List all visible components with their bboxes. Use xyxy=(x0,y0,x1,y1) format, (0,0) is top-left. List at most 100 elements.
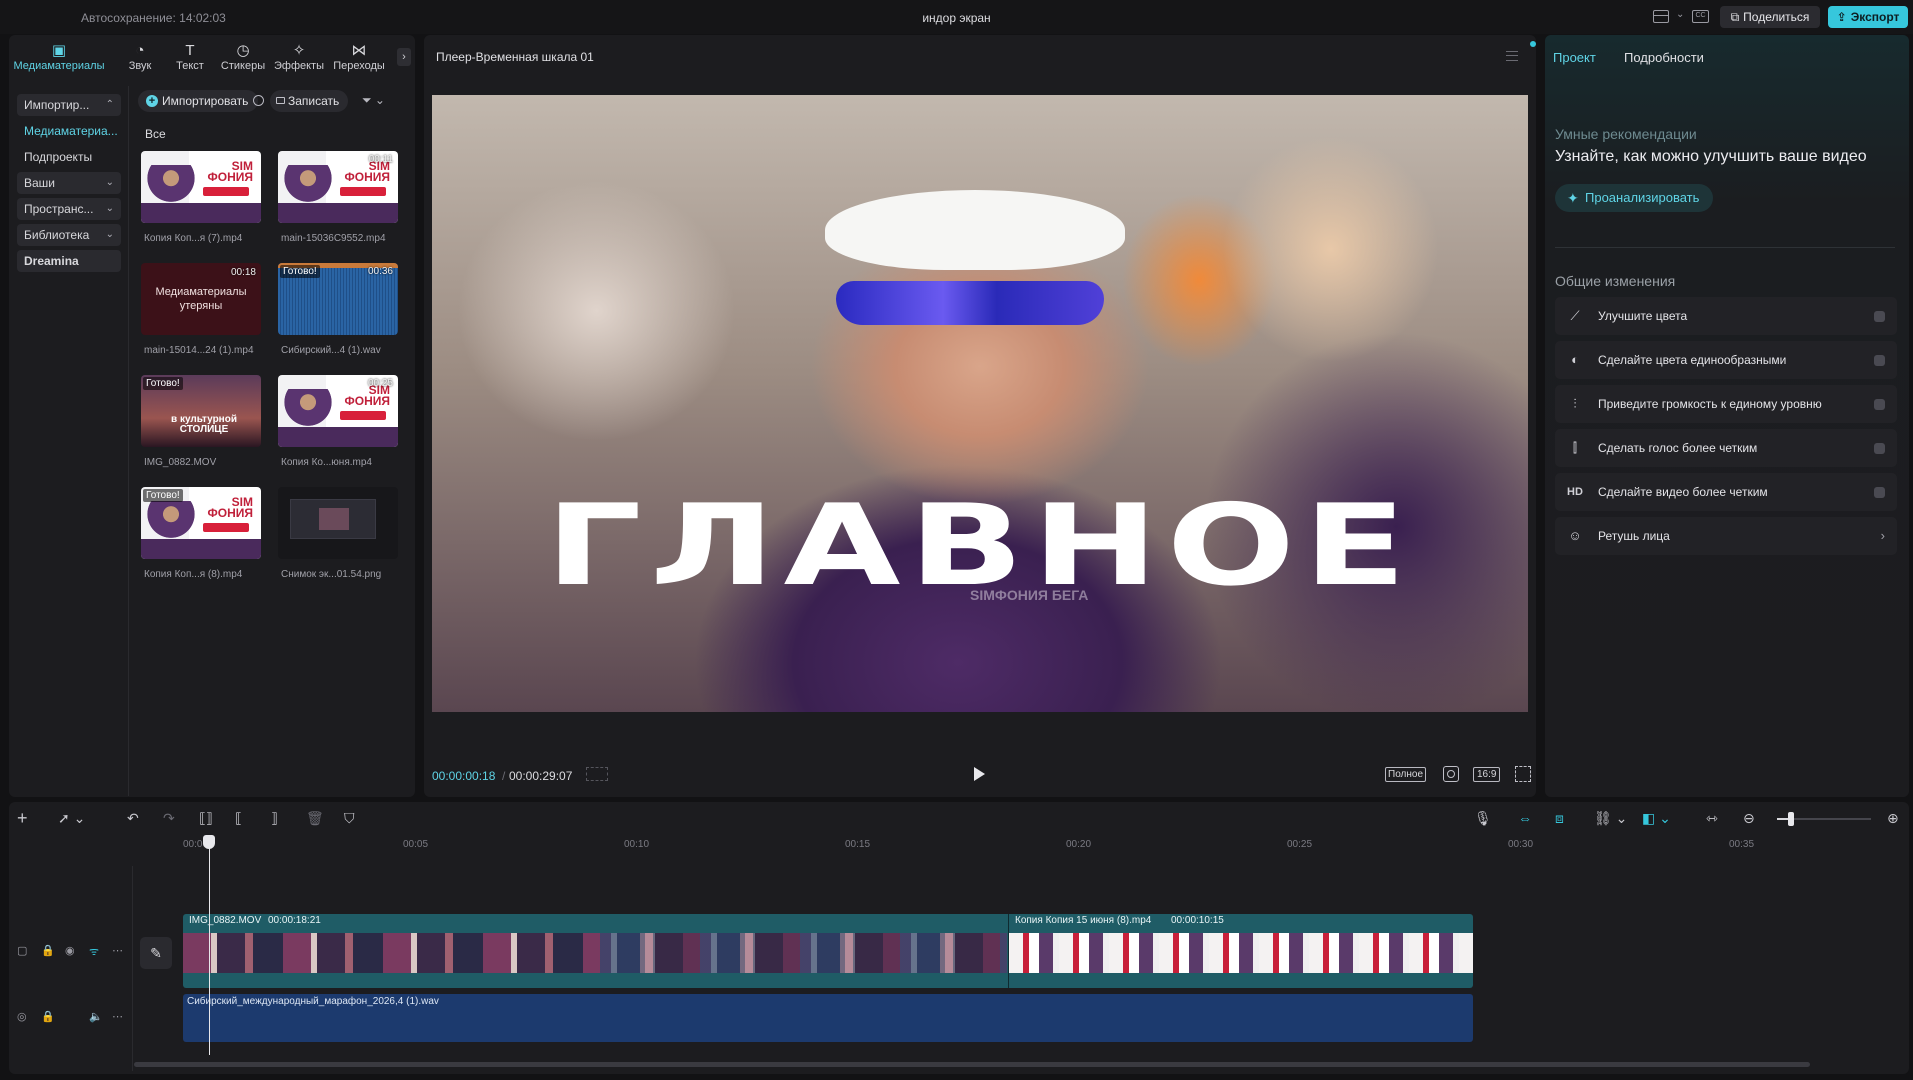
grid-icon[interactable] xyxy=(586,767,608,781)
option-sharpen-video[interactable]: HD Сделайте видео более четким xyxy=(1555,473,1897,511)
undo-icon[interactable]: ↶ xyxy=(127,810,139,826)
transitions-icon: ⋈ xyxy=(351,42,367,59)
magnet-icon[interactable]: ⧈ xyxy=(1555,810,1564,826)
option-clear-voice[interactable]: ⫿ Сделать голос более четким xyxy=(1555,429,1897,467)
option-toggle[interactable] xyxy=(1874,399,1885,410)
zoom-slider-handle[interactable] xyxy=(1788,812,1794,826)
ruler-tick: 00:20 xyxy=(1066,839,1092,850)
trim-right-icon[interactable]: ⟧ xyxy=(271,810,278,826)
nav-subprojects[interactable]: Подпроекты xyxy=(17,146,121,168)
tab-effects[interactable]: ✧ Эффекты xyxy=(271,42,327,72)
layout-icon[interactable] xyxy=(1653,10,1669,23)
zoom-out-icon[interactable]: ⊖ xyxy=(1743,810,1755,826)
tabs-next-button[interactable]: › xyxy=(397,48,411,66)
track-header-divider xyxy=(132,866,133,1071)
microphone-icon[interactable]: 🎙 xyxy=(1474,810,1492,826)
search-icon[interactable] xyxy=(253,95,264,106)
link-track-icon[interactable]: ⇔ xyxy=(1518,810,1532,826)
thumbnail-caption: в культурной СТОЛИЦЕ xyxy=(171,414,237,435)
zoom-in-icon[interactable]: ⊕ xyxy=(1887,810,1899,826)
trim-left-icon[interactable]: ⟦ xyxy=(235,810,242,826)
menu-icon[interactable] xyxy=(1506,51,1518,61)
playhead-handle[interactable] xyxy=(203,835,215,849)
media-side-nav: Импортир... ⌃ Медиаматериа... Подпроекты … xyxy=(9,86,129,796)
option-label: Приведите громкость к единому уровню xyxy=(1598,397,1822,411)
tab-stickers[interactable]: ◷ Стикеры xyxy=(215,42,271,72)
audio-link-icon[interactable]: ᯤ xyxy=(89,944,99,959)
media-filename: main-15036C9552.mp4 xyxy=(281,233,386,244)
eye-icon[interactable]: ◉ xyxy=(65,944,75,957)
more-icon[interactable]: ⋯ xyxy=(112,1010,123,1023)
option-uniform-colors[interactable]: ◐ Сделайте цвета единообразными xyxy=(1555,341,1897,379)
quality-full-button[interactable]: Полное xyxy=(1385,767,1427,782)
captions-icon[interactable]: CC xyxy=(1692,10,1709,23)
tab-text[interactable]: T Текст xyxy=(165,42,215,72)
nav-dreamina[interactable]: Dreamina xyxy=(17,250,121,272)
nav-media[interactable]: Медиаматериа... xyxy=(17,120,121,142)
split-icon[interactable]: ⟦⟧ xyxy=(199,810,213,826)
chain-icon[interactable]: ⛓ ⌄ xyxy=(1594,810,1627,826)
project-title: индор экран xyxy=(922,11,991,25)
more-icon[interactable]: ⋯ xyxy=(112,944,123,957)
tab-media[interactable]: ▣ Медиаматериалы xyxy=(9,42,109,72)
tab-audio[interactable]: ◔ Звук xyxy=(115,42,165,72)
ready-badge: Готово! xyxy=(143,377,183,390)
timeline-scrollbar[interactable] xyxy=(134,1062,1810,1067)
tab-transitions[interactable]: ⋈ Переходы xyxy=(327,42,391,72)
option-enhance-colors[interactable]: ⟋ Улучшите цвета xyxy=(1555,297,1897,335)
tab-effects-label: Эффекты xyxy=(273,60,324,72)
export-button[interactable]: ⇪ Экспорт xyxy=(1828,6,1908,28)
filter-button[interactable]: ⏷ ⌄ xyxy=(362,93,385,108)
option-toggle[interactable] xyxy=(1874,487,1885,498)
ruler-tick: 00:10 xyxy=(624,839,650,850)
ready-badge: Готово! xyxy=(143,489,183,502)
import-label: Импортировать xyxy=(162,94,249,108)
nav-library[interactable]: Библиотека ⌄ xyxy=(17,224,121,246)
lock-icon[interactable]: 🔒 xyxy=(41,944,55,957)
nav-spaces[interactable]: Пространс... ⌄ xyxy=(17,198,121,220)
fullscreen-icon[interactable] xyxy=(1515,766,1531,782)
option-toggle[interactable] xyxy=(1874,311,1885,322)
analyze-button[interactable]: ✦ Проанализировать xyxy=(1555,184,1714,212)
magic-wand-icon: ⟋ xyxy=(1570,308,1580,323)
audio-track-icon[interactable]: ◎ xyxy=(17,1010,27,1023)
tab-project[interactable]: Проект xyxy=(1553,50,1596,65)
preview-axis-icon[interactable]: ◧ ⌄ xyxy=(1642,810,1671,826)
fit-timeline-icon[interactable]: ⇿ xyxy=(1706,810,1718,826)
share-button[interactable]: ⧉ Поделиться xyxy=(1720,6,1820,28)
option-toggle[interactable] xyxy=(1874,355,1885,366)
speaker-icon[interactable]: 🔈 xyxy=(89,1010,103,1023)
record-button[interactable]: Записать xyxy=(270,90,348,112)
time-ruler[interactable] xyxy=(180,836,1910,850)
media-thumbnail: Медиаматериалы утеряны 00:18 xyxy=(141,263,261,335)
tab-details[interactable]: Подробности xyxy=(1624,50,1704,65)
zoom-fit-icon[interactable] xyxy=(1443,766,1459,782)
play-icon[interactable] xyxy=(974,767,985,781)
clip-duration: 00:00:10:15 xyxy=(1171,915,1224,926)
track-cover-icon[interactable]: ▢ xyxy=(17,944,27,957)
import-button[interactable]: + Импортировать xyxy=(138,90,258,112)
tool-tabs: ▣ Медиаматериалы ◔ Звук T Текст ◷ Стикер… xyxy=(9,36,415,80)
aspect-ratio-button[interactable]: 16:9 xyxy=(1473,767,1501,782)
smart-recommendations-desc: Узнайте, как можно улучшить ваше видео xyxy=(1555,148,1867,165)
nav-import[interactable]: Импортир... ⌃ xyxy=(17,94,121,116)
ruler-tick: 00:15 xyxy=(845,839,871,850)
runner-cap xyxy=(825,190,1125,270)
playhead-line[interactable] xyxy=(209,843,210,1055)
chevron-down-icon[interactable]: ⌄ xyxy=(1676,9,1684,20)
option-face-retouch[interactable]: ☺ Ретушь лица › xyxy=(1555,517,1897,555)
lock-icon[interactable]: 🔒 xyxy=(41,1010,55,1023)
edit-cover-button[interactable]: ✎ xyxy=(140,937,172,969)
total-timecode: 00:00:29:07 xyxy=(509,769,573,783)
shield-icon[interactable]: ⛉ xyxy=(344,810,355,826)
nav-yours[interactable]: Ваши ⌄ xyxy=(17,172,121,194)
option-normalize-volume[interactable]: ⫶ Приведите громкость к единому уровню xyxy=(1555,385,1897,423)
add-icon[interactable]: + xyxy=(17,809,28,827)
clip-filmstrip[interactable] xyxy=(1009,933,1473,973)
option-toggle[interactable] xyxy=(1874,443,1885,454)
tab-audio-label: Звук xyxy=(128,60,152,72)
ruler-tick: 00:05 xyxy=(403,839,429,850)
video-preview[interactable] xyxy=(432,95,1528,712)
pointer-icon[interactable]: ➚ ⌄ xyxy=(58,810,85,826)
media-filename: IMG_0882.MOV xyxy=(144,457,217,468)
